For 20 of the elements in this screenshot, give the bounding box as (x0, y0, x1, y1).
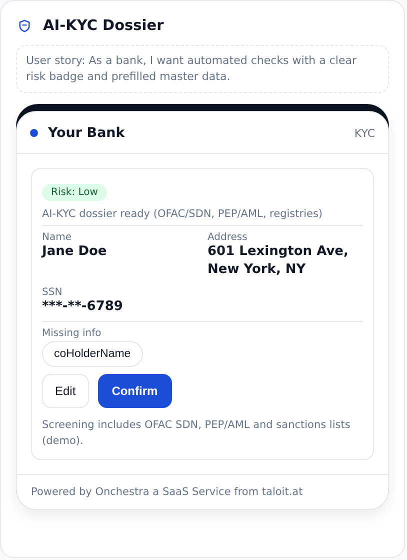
field-label: Address (208, 232, 248, 243)
field-label: Name (42, 232, 73, 243)
screen-tag: KYC (354, 126, 375, 140)
note-text: Screening includes OFAC SDN, PEP/AML and sanctions lists (demo). (42, 418, 352, 449)
edit-button[interactable]: Edit (42, 374, 89, 408)
risk-badge: Risk: Low (42, 184, 107, 201)
shield-icon (18, 19, 31, 33)
user-story: User story: As a bank, I want automated checks with a clear risk badge and prefilled master data. (16, 45, 389, 93)
field-label: SSN (42, 287, 64, 298)
bank-name: Your Bank (48, 125, 125, 141)
status-dot-icon (30, 129, 38, 137)
field-value: 601 Lexington Ave, New York, NY (208, 243, 350, 279)
missing-chip: coHolderName (42, 341, 143, 367)
panel-title: AI-KYC Dossier (43, 18, 164, 34)
footer-text: Powered by Onchestra a SaaS Service from taloit.at (30, 485, 304, 500)
field-value: ***-**-6789 (42, 298, 124, 316)
confirm-button[interactable]: Confirm (98, 374, 172, 408)
field-value: Jane Doe (42, 243, 108, 261)
field-label: Missing info (42, 328, 102, 339)
status-text: AI-KYC dossier ready (OFAC/SDN, PEP/AML, registries) (42, 208, 363, 226)
